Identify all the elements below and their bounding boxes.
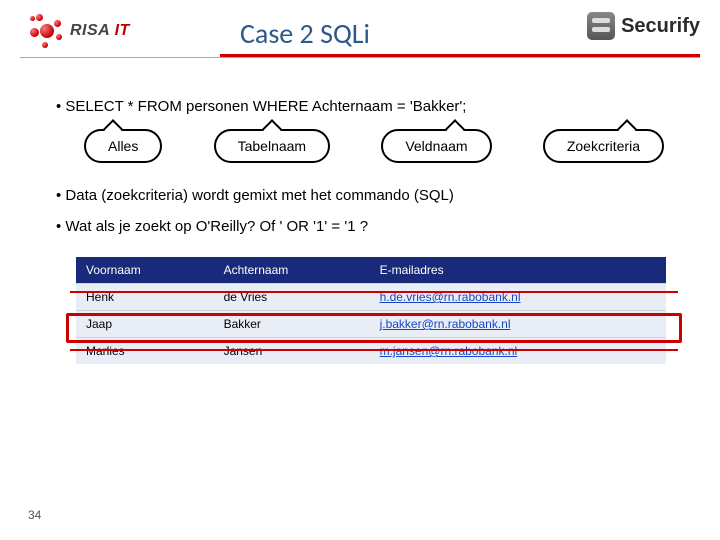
result-table: Voornaam Achternaam E-mailadres Henk de …	[76, 257, 666, 364]
bullet-whatif: Wat als je zoekt op O'Reilly? Of ' OR '1…	[56, 218, 664, 235]
logo-securify-text: Securify	[621, 15, 700, 38]
logo-risa: RISA IT	[30, 14, 130, 48]
callout-tabelnaam-label: Tabelnaam	[238, 138, 307, 154]
bullet-sql: SELECT * FROM personen WHERE Achternaam …	[56, 98, 664, 115]
email-link[interactable]: m.jansen@rn.rabobank.nl	[380, 344, 518, 358]
table-row: Jaap Bakker j.bakker@rn.rabobank.nl	[76, 311, 666, 338]
col-email: E-mailadres	[370, 257, 666, 284]
cell-achternaam: de Vries	[214, 284, 370, 311]
callout-zoekcriteria: Zoekcriteria	[543, 129, 664, 163]
callout-alles: Alles	[84, 129, 162, 163]
strike-line-top	[70, 291, 678, 293]
securify-icon	[587, 12, 615, 40]
callout-row: Alles Tabelnaam Veldnaam Zoekcriteria	[84, 129, 664, 163]
table-row: Henk de Vries h.de.vries@rn.rabobank.nl	[76, 284, 666, 311]
slide-content: SELECT * FROM personen WHERE Achternaam …	[0, 64, 720, 364]
col-voornaam: Voornaam	[76, 257, 214, 284]
result-table-wrap: Voornaam Achternaam E-mailadres Henk de …	[76, 257, 664, 364]
cell-achternaam: Bakker	[214, 311, 370, 338]
col-achternaam: Achternaam	[214, 257, 370, 284]
cell-voornaam: Henk	[76, 284, 214, 311]
strike-line-bottom	[70, 349, 678, 351]
slide-title: Case 2 SQLi	[240, 16, 370, 51]
callout-veldnaam: Veldnaam	[381, 129, 491, 163]
callout-tabelnaam: Tabelnaam	[214, 129, 331, 163]
email-link[interactable]: j.bakker@rn.rabobank.nl	[380, 317, 511, 331]
callout-alles-label: Alles	[108, 138, 138, 154]
logo-risa-text: RISA IT	[70, 22, 130, 40]
header-divider	[20, 57, 700, 58]
callout-veldnaam-label: Veldnaam	[405, 138, 467, 154]
page-number: 34	[28, 508, 41, 522]
logo-securify: Securify	[587, 12, 700, 40]
cell-voornaam: Jaap	[76, 311, 214, 338]
cell-email: h.de.vries@rn.rabobank.nl	[370, 284, 666, 311]
callout-zoekcriteria-label: Zoekcriteria	[567, 138, 640, 154]
cell-email: j.bakker@rn.rabobank.nl	[370, 311, 666, 338]
table-header-row: Voornaam Achternaam E-mailadres	[76, 257, 666, 284]
bullet-mix: Data (zoekcriteria) wordt gemixt met het…	[56, 187, 664, 204]
risa-balls-icon	[30, 14, 64, 48]
slide-header: RISA IT Case 2 SQLi Securify	[0, 0, 720, 64]
